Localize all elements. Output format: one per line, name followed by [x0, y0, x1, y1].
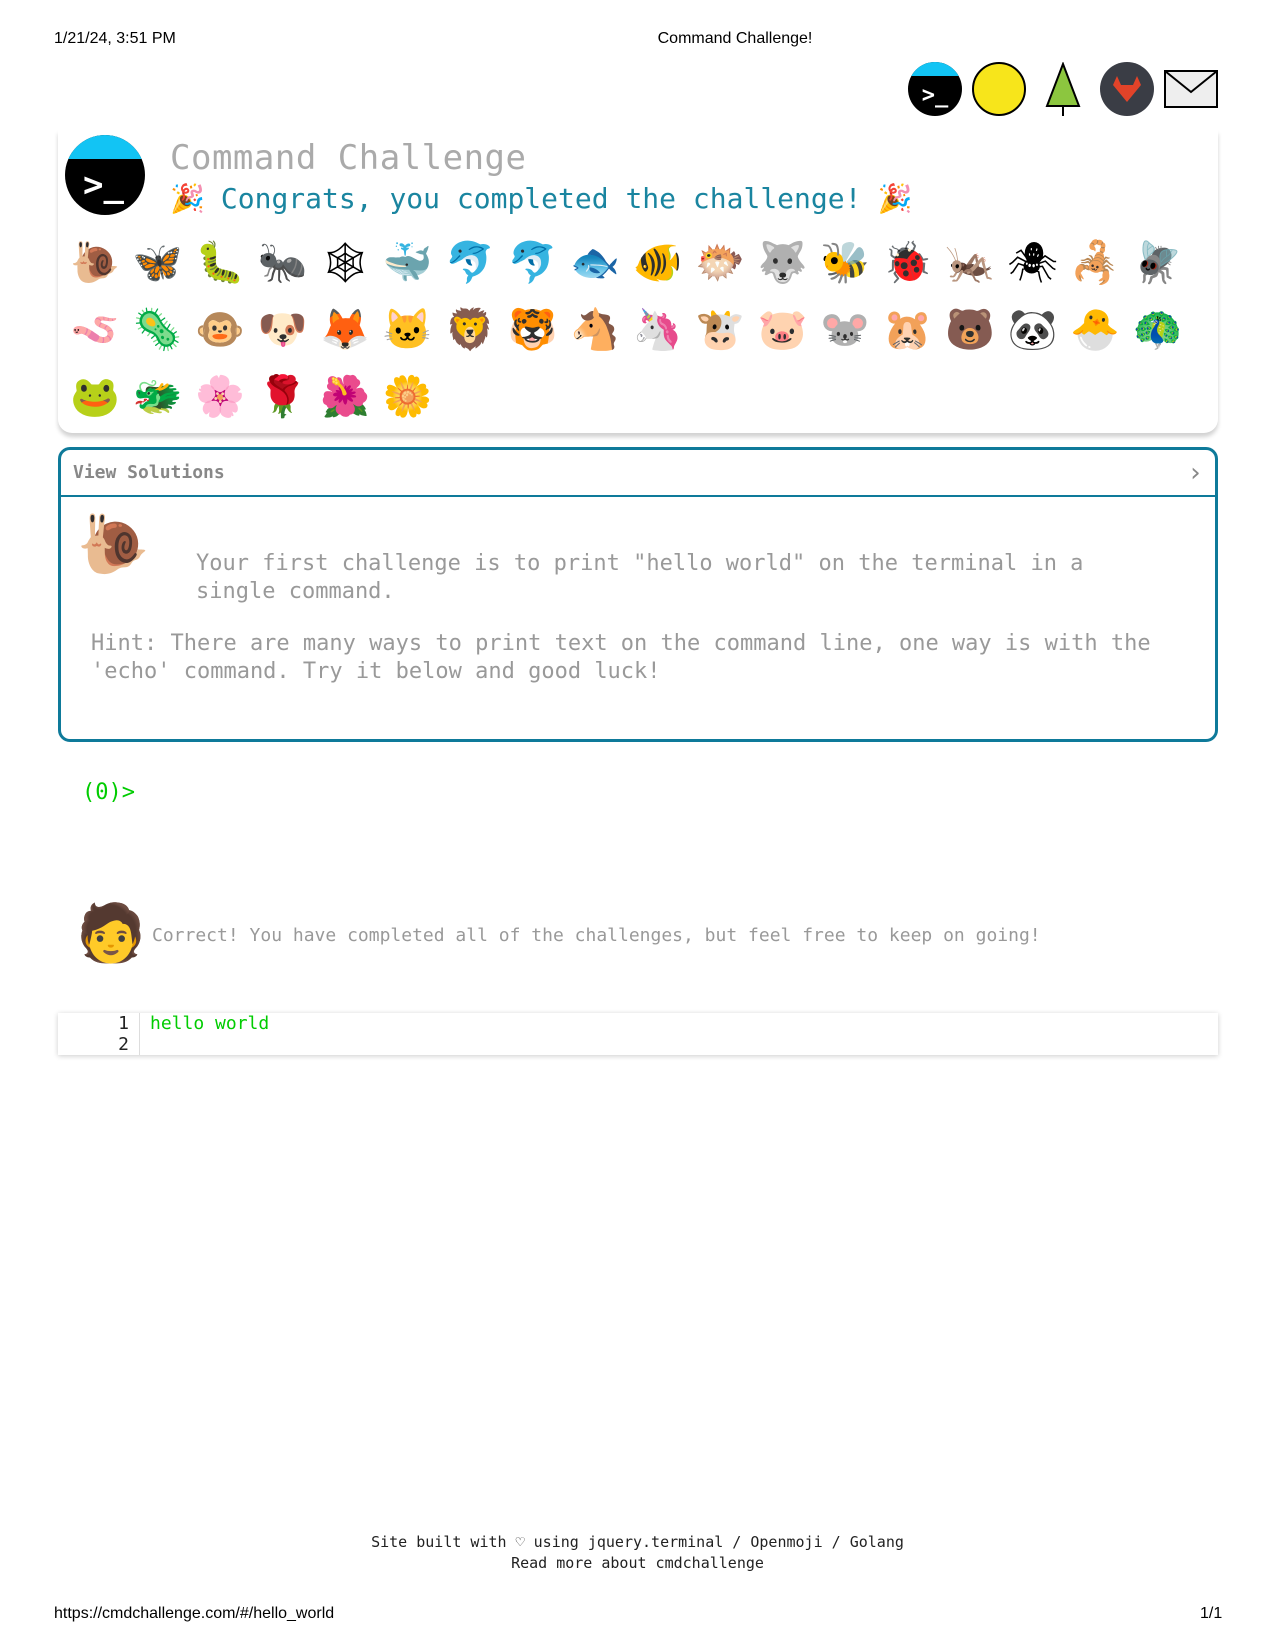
badge-icon: 🌺 [320, 374, 371, 420]
gitlab-icon[interactable] [1100, 62, 1154, 116]
evergreen-tree-icon[interactable] [1036, 62, 1090, 116]
badge-icon: 🌸 [195, 374, 246, 420]
line-number: 2 [118, 1034, 129, 1055]
badge-icon: 🐼 [1007, 307, 1058, 353]
badge-icon: 🐌 [70, 240, 121, 286]
badge-icon: 🪱 [70, 307, 121, 353]
badge-icon: 🦊 [320, 307, 371, 353]
challenge-text: Your first challenge is to print "hello … [196, 551, 1084, 604]
envelope-icon[interactable] [1164, 62, 1218, 116]
badge-icon: 🐶 [257, 307, 308, 353]
badge-icon: 🐡 [695, 240, 746, 286]
print-page: 1/1 [1200, 1605, 1223, 1622]
top-links: >_ [908, 62, 1218, 116]
badge-icon: 🐠 [632, 240, 683, 286]
badge-icon: 🐳 [382, 240, 433, 286]
person-icon: 🧑 [76, 901, 146, 966]
badge-row: 🐌 🦋 🐛 🐜 🕸 🐳 🐬 🐬 🐟 🐠 🐡 🐺 🐝 🐞 🦗 🕷 🦂 🪰 [64, 235, 1189, 291]
badge-icon: 🦗 [945, 240, 996, 286]
line-number: 1 [118, 1013, 129, 1034]
badge-icon: 🐛 [195, 240, 246, 286]
badge-icon: 🐭 [820, 307, 871, 353]
view-solutions-toggle[interactable]: View Solutions › [61, 450, 1215, 497]
terminal-icon[interactable]: >_ [908, 62, 962, 116]
badge-icon: 🌹 [257, 374, 308, 420]
header-card: >_ Command Challenge 🎉 Congrats, you com… [58, 130, 1218, 433]
badge-icon: 🦄 [632, 307, 683, 353]
footer-about-link[interactable]: Read more about cmdchallenge [0, 1554, 1275, 1572]
badge-icon: 🐯 [507, 307, 558, 353]
badge-icon: 🐴 [570, 307, 621, 353]
badge-icon: 🌼 [382, 374, 433, 420]
badge-icon: 🐷 [757, 307, 808, 353]
badge-icon: 🐱 [382, 307, 433, 353]
badge-icon: 🕸 [319, 240, 371, 286]
badge-icon: 🐬 [445, 240, 496, 286]
logo-terminal-icon: >_ [65, 135, 145, 215]
badge-icon: 🦂 [1070, 240, 1121, 286]
solutions-panel: View Solutions › 🐌 Your first challenge … [58, 447, 1218, 742]
badge-icon: 🐞 [882, 240, 933, 286]
badge-icon: 🪰 [1132, 240, 1183, 286]
badge-icon: 🐝 [820, 240, 871, 286]
output-line: hello world [150, 1013, 270, 1034]
print-title: Command Challenge! [657, 30, 813, 47]
print-url: https://cmdchallenge.com/#/hello_world [54, 1605, 335, 1622]
badge-icon: 🦋 [132, 240, 183, 286]
badge-icon: 🐟 [570, 240, 621, 286]
party-popper-icon: 🎉 [170, 182, 205, 215]
page-title: Command Challenge [170, 138, 527, 178]
badge-icon: 🦁 [445, 307, 496, 353]
badge-icon: 🐜 [257, 240, 308, 286]
badge-row: 🪱 🦠 🐵 🐶 🦊 🐱 🦁 🐯 🐴 🦄 🐮 🐷 🐭 🐹 🐻 🐼 🐣 🦚 [64, 302, 1189, 358]
congrats-text: Congrats, you completed the challenge! [220, 182, 862, 215]
badge-icon: 🐺 [757, 240, 808, 286]
badge-icon: 🐣 [1070, 307, 1121, 353]
badge-icon: 🦚 [1132, 307, 1183, 353]
badge-icon: 🐸 [70, 374, 121, 420]
result-message: Correct! You have completed all of the c… [152, 925, 1041, 946]
face-with-hand-over-mouth-icon[interactable] [972, 62, 1026, 116]
party-popper-icon: 🎉 [877, 182, 913, 215]
chevron-right-icon: › [1187, 457, 1203, 488]
snail-icon: 🐌 [77, 510, 150, 578]
badge-icon: 🦠 [132, 307, 183, 353]
badge-icon: 🐹 [882, 307, 933, 353]
output-editor[interactable]: 12 hello world [58, 1013, 1218, 1055]
terminal-prompt[interactable]: (0)> [82, 780, 135, 805]
congrats-message: 🎉 Congrats, you completed the challenge!… [170, 182, 912, 215]
badge-icon: 🐮 [695, 307, 746, 353]
badge-icon: 🕷 [1007, 240, 1059, 286]
badge-icon: 🐵 [195, 307, 246, 353]
view-solutions-label: View Solutions [73, 462, 225, 483]
badge-icon: 🐬 [507, 240, 558, 286]
badge-icon: 🐻 [945, 307, 996, 353]
badge-icon: 🐲 [132, 374, 183, 420]
footer-credits: Site built with ♡ using jquery.terminal … [371, 1533, 904, 1551]
hint-text: Hint: There are many ways to print text … [91, 631, 1151, 684]
badge-row: 🐸 🐲 🌸 🌹 🌺 🌼 [64, 369, 439, 425]
